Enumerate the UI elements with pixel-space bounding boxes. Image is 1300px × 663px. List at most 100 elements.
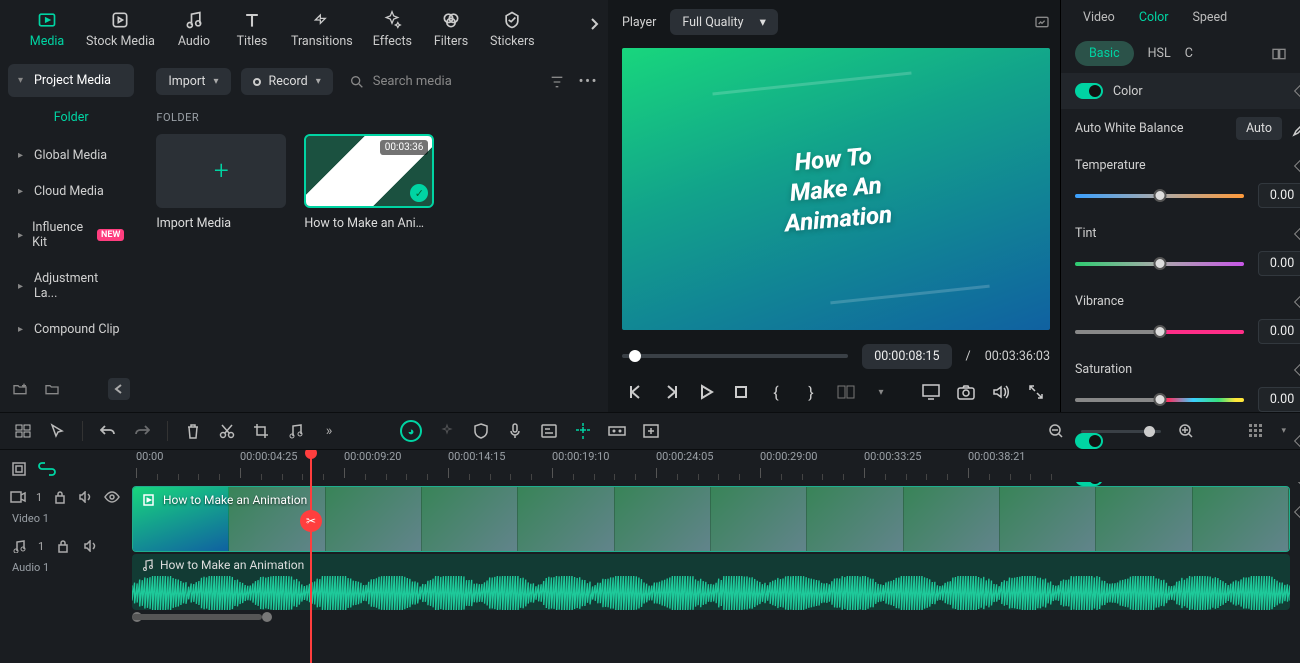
quality-dropdown[interactable]: Full Quality ▾: [670, 9, 778, 35]
vibrance-value[interactable]: 0.00: [1258, 319, 1300, 344]
mute-icon[interactable]: [82, 537, 100, 555]
lock-icon[interactable]: [54, 537, 72, 555]
tab-filters[interactable]: Filters: [422, 4, 480, 53]
compare-icon[interactable]: [1271, 46, 1287, 62]
import-dropdown[interactable]: Import ▾: [156, 68, 230, 95]
step-back-icon[interactable]: [661, 382, 681, 402]
folder-icon[interactable]: [44, 381, 60, 397]
undo-icon[interactable]: [99, 422, 117, 440]
link-icon[interactable]: [38, 460, 56, 478]
keyframe-diamond-icon[interactable]: [1294, 362, 1300, 376]
play-icon[interactable]: [696, 382, 716, 402]
zoom-slider[interactable]: [1081, 430, 1161, 433]
saturation-value[interactable]: 0.00: [1258, 387, 1300, 412]
search-input[interactable]: [373, 74, 539, 89]
seek-slider[interactable]: [622, 354, 848, 358]
stop-icon[interactable]: [731, 382, 751, 402]
add-marker-icon[interactable]: [642, 422, 660, 440]
tint-value[interactable]: 0.00: [1258, 251, 1300, 276]
eyedropper-icon[interactable]: [1290, 121, 1300, 137]
sidebar-item-influence-kit[interactable]: ▸ Influence Kit NEW: [8, 211, 134, 259]
tab-stock-media[interactable]: Stock Media: [76, 4, 165, 53]
tab-titles[interactable]: Titles: [223, 4, 281, 53]
sidebar-item-project-media[interactable]: ▾ Project Media: [8, 64, 134, 97]
subtitle-icon[interactable]: [540, 422, 558, 440]
panel-tab-speed[interactable]: Speed: [1184, 0, 1235, 35]
tab-media[interactable]: Media: [18, 4, 76, 53]
mute-icon[interactable]: [78, 488, 94, 506]
volume-icon[interactable]: [991, 382, 1011, 402]
redo-icon[interactable]: [133, 422, 151, 440]
temperature-value[interactable]: 0.00: [1258, 183, 1300, 208]
screen-icon[interactable]: [921, 382, 941, 402]
collapse-button[interactable]: [108, 378, 130, 400]
horizontal-scrollbar[interactable]: [130, 610, 1300, 624]
subtab-curves[interactable]: C: [1185, 46, 1193, 61]
timeline-canvas[interactable]: 00:0000:00:04:2500:00:09:2000:00:14:1500…: [130, 450, 1300, 663]
grid-view-icon[interactable]: [1247, 422, 1265, 440]
more-icon[interactable]: •••: [579, 74, 598, 89]
marker-icon[interactable]: [574, 422, 592, 440]
ai-assistant-icon[interactable]: ◕: [400, 420, 422, 442]
keyframe-diamond-icon[interactable]: [1294, 294, 1300, 308]
skip-back-icon[interactable]: [626, 382, 646, 402]
tab-audio[interactable]: Audio: [165, 4, 223, 53]
auto-button[interactable]: Auto: [1236, 117, 1282, 140]
sidebar-item-compound-clip[interactable]: ▸ Compound Clip: [8, 313, 134, 346]
add-folder-icon[interactable]: [12, 381, 28, 397]
zoom-in-icon[interactable]: [1177, 422, 1195, 440]
display-chevron-icon[interactable]: ▾: [871, 382, 891, 402]
music-icon[interactable]: [286, 422, 304, 440]
ruler-tick: 00:00:29:00: [760, 450, 817, 463]
keyframe-diamond-icon[interactable]: [1294, 158, 1300, 172]
panel-tab-color[interactable]: Color: [1131, 0, 1177, 35]
keyframe-diamond-icon[interactable]: [1294, 226, 1300, 240]
panel-tab-video[interactable]: Video: [1075, 0, 1123, 35]
filter-icon[interactable]: [549, 74, 565, 90]
tab-stickers[interactable]: Stickers: [480, 4, 545, 53]
playhead[interactable]: ✂: [310, 450, 312, 663]
nav-more-chevron-icon[interactable]: [588, 16, 600, 32]
visibility-icon[interactable]: [104, 488, 120, 506]
mark-in-icon[interactable]: {: [766, 382, 786, 402]
color-toggle[interactable]: [1075, 83, 1103, 99]
keyframe-diamond-icon[interactable]: [1294, 84, 1300, 98]
lock-icon[interactable]: [52, 488, 68, 506]
cut-icon[interactable]: [218, 422, 236, 440]
nest-icon[interactable]: [10, 460, 28, 478]
zoom-out-icon[interactable]: [1047, 422, 1065, 440]
sidebar-item-cloud-media[interactable]: ▸ Cloud Media: [8, 175, 134, 208]
snapshot-icon[interactable]: [1034, 14, 1050, 30]
light-toggle[interactable]: [1075, 433, 1103, 449]
subtab-hsl[interactable]: HSL: [1148, 46, 1171, 61]
display-mode-icon[interactable]: [836, 382, 856, 402]
record-dropdown[interactable]: Record ▾: [241, 68, 333, 95]
sparkle-icon[interactable]: [438, 422, 456, 440]
vibrance-slider[interactable]: [1075, 330, 1244, 334]
fullscreen-icon[interactable]: [1026, 382, 1046, 402]
camera-icon[interactable]: [956, 382, 976, 402]
saturation-slider[interactable]: [1075, 398, 1244, 402]
chevron-down-icon[interactable]: ▾: [1281, 426, 1286, 436]
tint-slider[interactable]: [1075, 262, 1244, 266]
media-clip-card[interactable]: 00:03:36 ✓ How to Make an Anim...: [304, 134, 434, 231]
mark-out-icon[interactable]: }: [801, 382, 821, 402]
select-mode-icon[interactable]: [48, 422, 66, 440]
import-media-card[interactable]: + Import Media: [156, 134, 286, 231]
temperature-slider[interactable]: [1075, 194, 1244, 198]
tab-effects[interactable]: Effects: [363, 4, 422, 53]
tracks-icon[interactable]: [14, 422, 32, 440]
sidebar-item-global-media[interactable]: ▸ Global Media: [8, 139, 134, 172]
subtab-basic[interactable]: Basic: [1075, 41, 1134, 66]
sidebar-folder[interactable]: Folder: [8, 100, 134, 139]
crop-icon[interactable]: [252, 422, 270, 440]
expand-icon[interactable]: »: [320, 422, 338, 440]
delete-icon[interactable]: [184, 422, 202, 440]
mic-icon[interactable]: [506, 422, 524, 440]
tab-transitions[interactable]: Transitions: [281, 4, 363, 53]
video-preview[interactable]: How To Make An Animation: [622, 48, 1050, 330]
keyframe-track-icon[interactable]: [608, 422, 626, 440]
audio-clip[interactable]: How to Make an Animation: [132, 554, 1290, 610]
sidebar-item-adjustment-layer[interactable]: ▸ Adjustment La...: [8, 262, 134, 310]
shield-icon[interactable]: [472, 422, 490, 440]
